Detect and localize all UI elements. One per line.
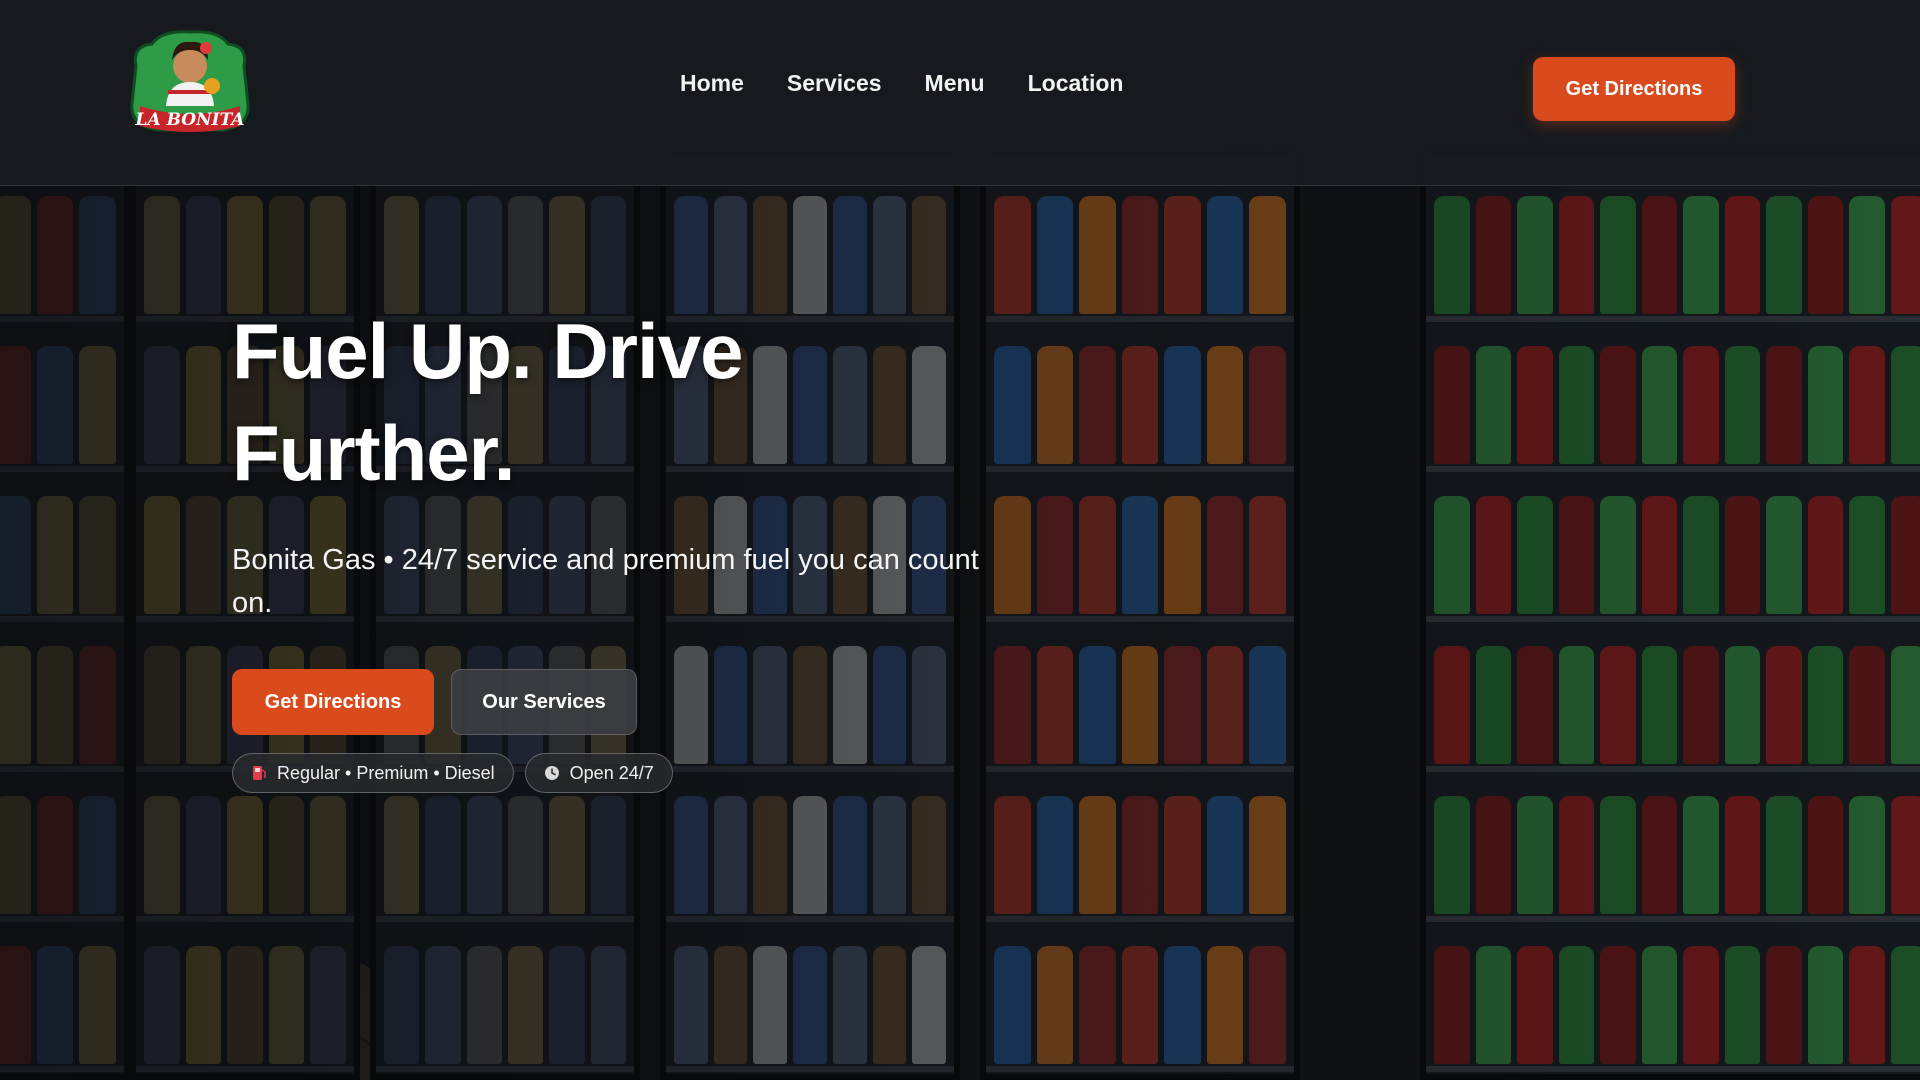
clock-icon [544,766,559,780]
nav-menu-link[interactable]: Menu [925,70,985,97]
header-get-directions-button[interactable]: Get Directions [1533,57,1735,121]
site-header: LA BONITA Home Services Menu Location Ge… [0,0,1920,186]
open-hours-badge: Open 24/7 [524,753,673,793]
hero-title: Fuel Up. Drive Further. [232,300,1052,504]
nav-home-link[interactable]: Home [680,70,744,97]
our-services-button[interactable]: Our Services [451,669,637,735]
open-hours-label: Open 24/7 [569,762,654,783]
hero-section: Fuel Up. Drive Further. Bonita Gas • 24/… [232,300,1052,793]
main-nav: Home Services Menu Location [680,70,1123,97]
hero-title-line-2: Further. [232,409,515,497]
logo-icon: LA BONITA [130,30,250,132]
fuel-types-badge: Regular • Premium • Diesel [232,753,514,793]
page: LA BONITA Home Services Menu Location Ge… [0,0,1920,1080]
fuel-pump-icon [253,766,266,780]
feature-badges: Regular • Premium • Diesel Open 24/7 [232,753,1052,793]
hero-button-group: Get Directions Our Services [232,669,1052,735]
la-bonita-logo[interactable]: LA BONITA [122,26,258,138]
fuel-types-label: Regular • Premium • Diesel [277,762,495,783]
svg-text:LA BONITA: LA BONITA [135,110,245,130]
hero-title-line-1: Fuel Up. Drive [232,307,743,395]
hero-subtitle: Bonita Gas • 24/7 service and premium fu… [232,544,979,619]
get-directions-button[interactable]: Get Directions [232,669,434,735]
nav-services-link[interactable]: Services [787,70,882,97]
nav-location-link[interactable]: Location [1028,70,1124,97]
